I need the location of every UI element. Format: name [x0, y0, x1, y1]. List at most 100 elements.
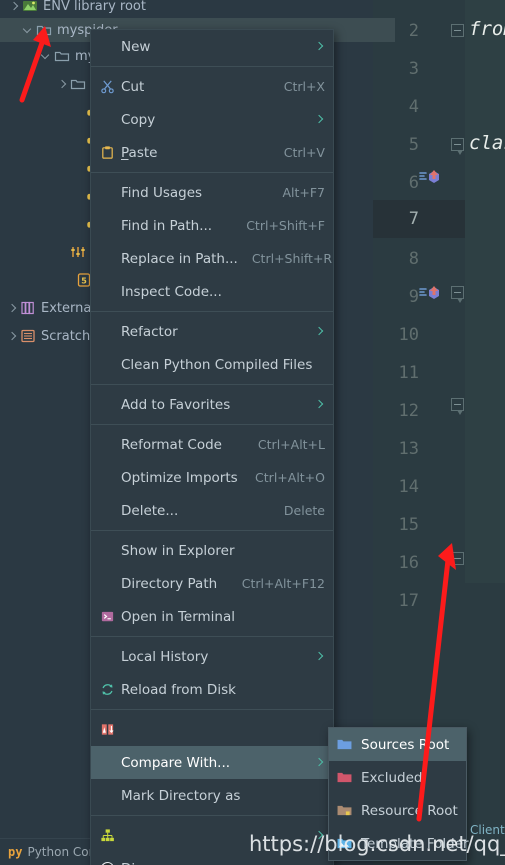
tree-item-label: External [41, 300, 95, 316]
watermark-url: https://blog.csdn.net/qq_39583550 [249, 832, 505, 856]
line-number: 17 [398, 591, 419, 611]
chevron-right-icon [316, 399, 325, 410]
menu-separator [91, 709, 333, 710]
menu-item-shortcut: Ctrl+Shift+R [251, 251, 333, 266]
code-fragment-from: from [469, 18, 505, 40]
menu-item-shortcut: Ctrl+Shift+F [246, 218, 325, 233]
chevron-right-icon[interactable] [6, 302, 18, 314]
line-number: 11 [398, 363, 419, 383]
chevron-right-icon[interactable] [6, 330, 18, 342]
menu-item-cut[interactable]: Cut Ctrl+X [91, 70, 333, 103]
menu-item-shortcut: Delete [283, 503, 325, 518]
menu-item-replace-in-path[interactable]: Replace in Path... Ctrl+Shift+R [91, 242, 333, 275]
menu-item-compare-with[interactable] [91, 713, 333, 746]
red-folder-icon [337, 771, 357, 784]
spacer-icon [62, 274, 74, 286]
github-icon [97, 861, 117, 865]
spacer-icon [72, 134, 84, 146]
menu-item-add-to-favorites[interactable]: Add to Favorites [91, 388, 333, 421]
menu-item-label: Show in Explorer [121, 542, 235, 559]
menu-item-shortcut: Ctrl+Alt+L [257, 437, 325, 452]
menu-item-open-in-terminal[interactable]: Open in Terminal [91, 600, 333, 633]
chevron-right-icon[interactable] [56, 78, 68, 90]
terminal-icon [97, 609, 117, 624]
chevron-right-icon [316, 326, 325, 337]
submenu-item-excluded[interactable]: Excluded [329, 761, 466, 794]
menu-item-label: Refactor [121, 323, 178, 340]
menu-item-refactor[interactable]: Refactor [91, 315, 333, 348]
scissors-icon [97, 79, 117, 94]
menu-item-label: Optimize Imports [121, 469, 238, 486]
spacer-icon [56, 246, 68, 258]
menu-item-remove-bom[interactable]: Mark Directory as [91, 779, 333, 812]
clipboard-icon [97, 145, 117, 160]
menu-separator [91, 815, 333, 816]
menu-item-label: Reformat Code [121, 436, 222, 453]
fold-handle[interactable] [451, 552, 464, 565]
menu-item-label: Reload from Disk [121, 681, 236, 698]
menu-item-optimize-imports[interactable]: Optimize Imports Ctrl+Alt+O [91, 461, 333, 494]
tree-item-env-library-root[interactable]: ENV library root [0, 0, 381, 18]
menu-item-reload-from-disk[interactable]: Reload from Disk [91, 673, 333, 706]
tree-item-label: ENV library root [43, 0, 146, 14]
menu-item-clean-python-compiled-files[interactable]: Clean Python Compiled Files [91, 348, 333, 381]
menu-separator [91, 66, 333, 67]
menu-item-label: Replace in Path... [121, 250, 238, 267]
fold-handle[interactable] [451, 138, 464, 155]
chevron-down-icon[interactable] [22, 24, 34, 36]
menu-item-shortcut: Ctrl+X [283, 79, 325, 94]
menu-separator [91, 530, 333, 531]
chevron-right-icon[interactable] [8, 0, 20, 12]
menu-item-paste[interactable]: Paste Ctrl+V [91, 136, 333, 169]
menu-item-delete[interactable]: Delete... Delete [91, 494, 333, 527]
submenu-item-resource-root[interactable]: Resource Root [329, 794, 466, 827]
line-number: 12 [398, 401, 419, 421]
menu-item-find-usages[interactable]: Find Usages Alt+F7 [91, 176, 333, 209]
code-fragment-class: clas [469, 132, 505, 154]
menu-item-label: Cut [121, 78, 145, 95]
menu-item-label: Open in Terminal [121, 608, 235, 625]
menu-separator [91, 311, 333, 312]
line-number: 16 [398, 553, 419, 573]
menu-item-find-in-path[interactable]: Find in Path... Ctrl+Shift+F [91, 209, 333, 242]
menu-separator [91, 172, 333, 173]
refresh-icon [97, 682, 117, 697]
line-number: 10 [398, 325, 419, 345]
menu-item-new[interactable]: New [91, 30, 333, 63]
submenu-item-sources-root[interactable]: Sources Root [329, 728, 466, 761]
chevron-right-icon [316, 41, 325, 52]
folder-icon [36, 22, 52, 38]
menu-item-label: New [121, 38, 151, 55]
fold-handle[interactable] [451, 24, 464, 37]
menu-item-label: Mark Directory as [121, 787, 241, 804]
menu-item-label: Add to Favorites [121, 396, 231, 413]
menu-item-label: Compare With... [121, 754, 231, 771]
line-number: 15 [398, 515, 419, 535]
context-menu[interactable]: New Cut Ctrl+X Copy Paste Ctrl+V Find Us… [90, 29, 334, 865]
menu-item-mark-directory-as[interactable]: Compare With... [91, 746, 333, 779]
menu-item-label: Delete... [121, 502, 179, 519]
line-number: 14 [398, 477, 419, 497]
menu-item-label: Copy [121, 111, 156, 128]
fold-handle[interactable] [451, 286, 464, 303]
submenu-item-label: Sources Root [361, 736, 450, 753]
menu-separator [91, 636, 333, 637]
spacer-icon [72, 106, 84, 118]
menu-item-directory-path[interactable]: Directory Path Ctrl+Alt+F12 [91, 567, 333, 600]
fold-handle[interactable] [451, 398, 464, 415]
editor-code-area[interactable] [465, 0, 505, 583]
diagram-icon [97, 828, 117, 843]
compare-icon [97, 722, 117, 737]
menu-item-inspect-code[interactable]: Inspect Code... [91, 275, 333, 308]
scratches-icon [20, 328, 36, 344]
menu-item-show-in-explorer[interactable]: Show in Explorer [91, 534, 333, 567]
menu-item-shortcut: Alt+F7 [282, 185, 325, 200]
menu-item-local-history[interactable]: Local History [91, 640, 333, 673]
menu-item-reformat-code[interactable]: Reformat Code Ctrl+Alt+L [91, 428, 333, 461]
submenu-item-label: Excluded [361, 769, 423, 786]
chevron-down-icon[interactable] [40, 50, 52, 62]
spacer-icon [72, 162, 84, 174]
menu-item-copy[interactable]: Copy [91, 103, 333, 136]
chevron-right-icon [316, 757, 325, 768]
status-bar-label[interactable]: Python Cor [27, 845, 93, 859]
